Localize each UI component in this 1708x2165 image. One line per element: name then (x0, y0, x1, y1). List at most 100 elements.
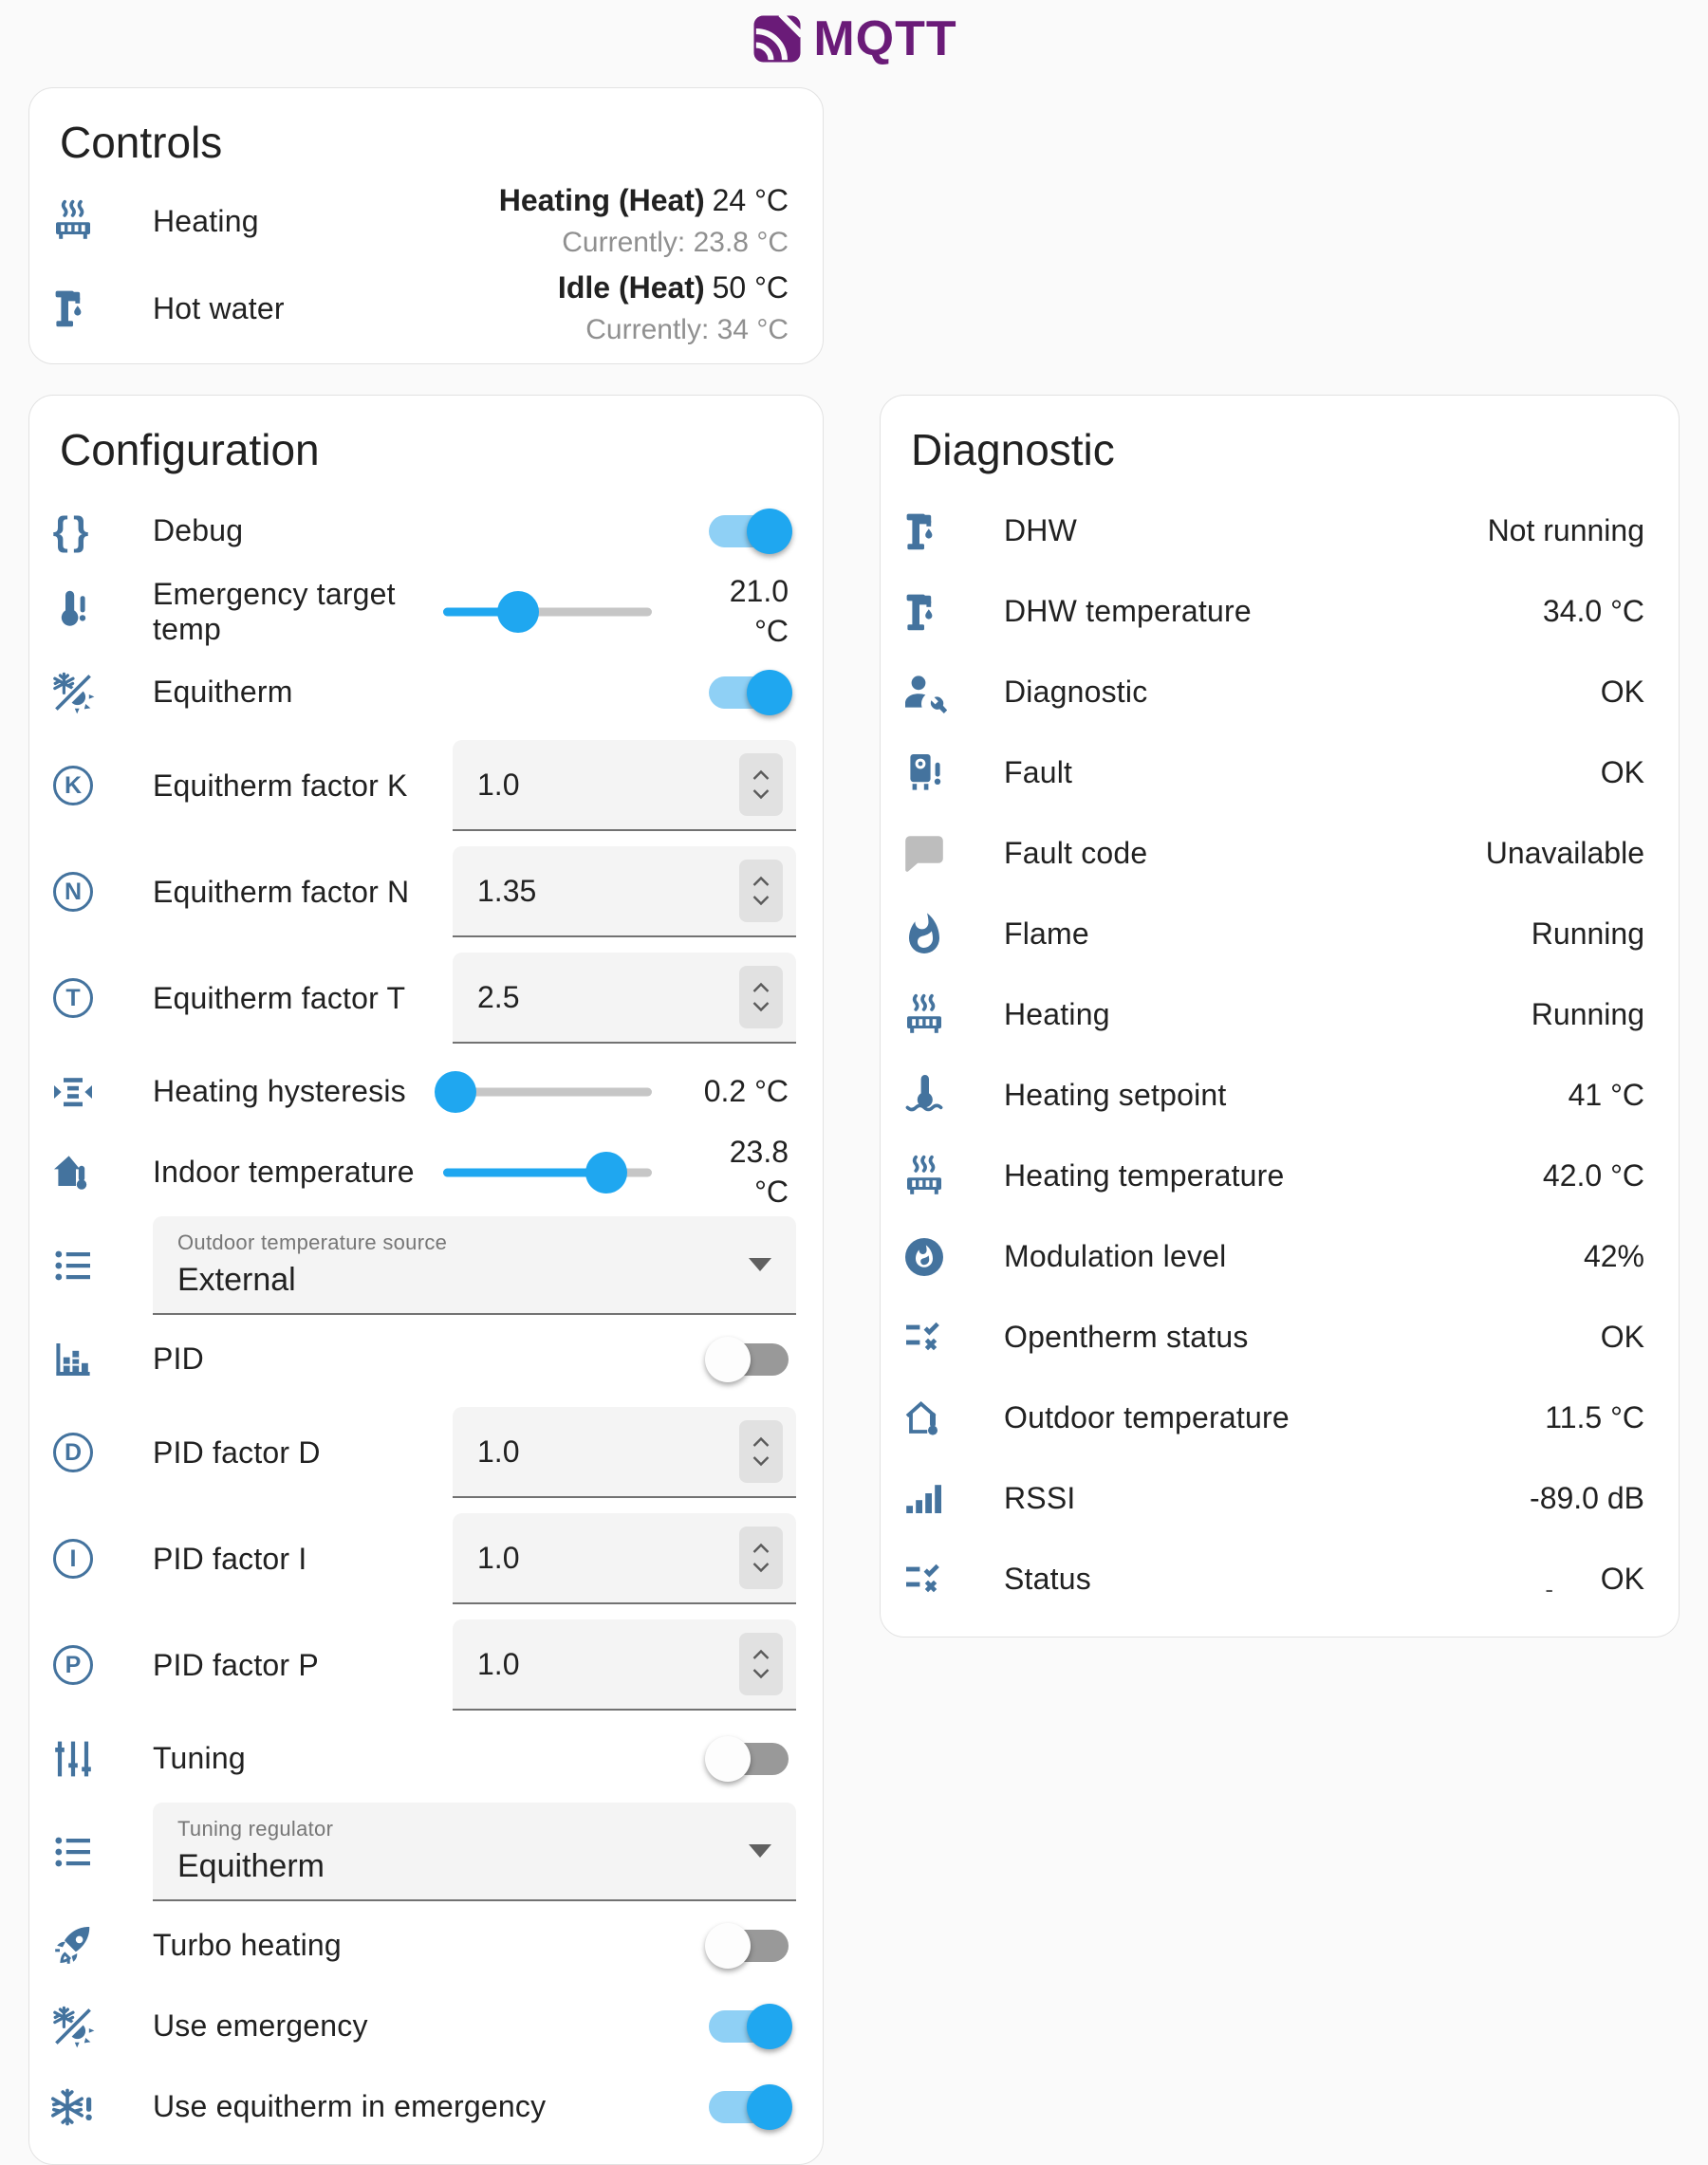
diag-row-outdoor-temperature[interactable]: Outdoor temperature 11.5 °C (881, 1378, 1679, 1458)
setting-label: Debug (153, 513, 694, 548)
diag-row-heating[interactable]: Heating Running (881, 974, 1679, 1055)
config-row-pid-factor-i: I PID factor I (29, 1506, 823, 1612)
sensor-label: RSSI (1004, 1481, 1530, 1516)
stepper-buttons[interactable] (739, 1633, 783, 1695)
diag-row-heating-setpoint[interactable]: Heating setpoint 41 °C (881, 1055, 1679, 1136)
diag-row-diagnostic[interactable]: Diagnostic OK (881, 652, 1679, 732)
diag-row-fault[interactable]: Fault OK (881, 732, 1679, 813)
config-row-tuning-regulator: Tuning regulator Equitherm (29, 1799, 823, 1905)
control-label: Hot water (153, 291, 558, 326)
setting-label: PID (153, 1342, 694, 1377)
sensor-value: OK (1601, 755, 1644, 790)
alpha-p-circle-icon: P (48, 1640, 98, 1690)
config-row-use-emergency: Use emergency (29, 1986, 823, 2066)
diag-row-modulation-level[interactable]: Modulation level 42% (881, 1216, 1679, 1297)
sensor-label: DHW (1004, 513, 1488, 548)
setting-label: Use emergency (153, 2008, 694, 2044)
sun-snowflake-icon (48, 668, 98, 717)
diag-row-heating-temperature[interactable]: Heating temperature 42.0 °C (881, 1136, 1679, 1216)
config-row-equitherm-factor-n: N Equitherm factor N (29, 839, 823, 945)
sensor-label: Opentherm status (1004, 1320, 1601, 1355)
fire-circle-icon (900, 1232, 949, 1282)
pid-factor-d-field[interactable] (453, 1407, 796, 1498)
pid-factor-d-input[interactable] (477, 1434, 739, 1470)
diag-row-rssi[interactable]: RSSI -89.0 dB (881, 1458, 1679, 1539)
pid-factor-i-field[interactable] (453, 1513, 796, 1604)
indoor-temperature-slider[interactable] (443, 1150, 652, 1195)
configuration-card: Configuration {} Debug Emergency target … (28, 395, 824, 2165)
setting-label: Equitherm factor T (153, 981, 453, 1016)
config-row-heating-hysteresis: Heating hysteresis 0.2 °C (29, 1051, 823, 1132)
emergency-target-temp-slider[interactable] (443, 589, 652, 635)
water-pump-icon (900, 507, 949, 556)
control-row-heating[interactable]: Heating Heating (Heat)24 °C Currently: 2… (29, 177, 823, 265)
pid-toggle[interactable] (709, 1343, 789, 1376)
equitherm-factor-n-input[interactable] (477, 874, 739, 909)
thermometer-water-icon (900, 1071, 949, 1120)
debug-toggle[interactable] (709, 515, 789, 547)
config-row-indoor-temperature: Indoor temperature 23.8 °C (29, 1132, 823, 1212)
control-row-hot-water[interactable]: Hot water Idle (Heat)50 °C Currently: 34… (29, 265, 823, 352)
stepper-buttons[interactable] (739, 1527, 783, 1589)
equitherm-factor-t-field[interactable] (453, 953, 796, 1044)
sensor-label: Outdoor temperature (1004, 1400, 1545, 1435)
code-braces-icon: {} (48, 507, 98, 556)
alpha-n-circle-icon: N (48, 867, 98, 916)
pid-factor-p-input[interactable] (477, 1647, 739, 1682)
setting-label: Equitherm (153, 675, 694, 710)
snowflake-alert-icon (48, 2082, 98, 2132)
tuning-regulator-select[interactable]: Tuning regulator Equitherm (153, 1803, 796, 1901)
turbo-heating-toggle[interactable] (709, 1930, 789, 1962)
stepper-buttons[interactable] (739, 753, 783, 816)
hysteresis-icon (48, 1067, 98, 1117)
use-equitherm-in-emergency-toggle[interactable] (709, 2091, 789, 2123)
pid-factor-p-field[interactable] (453, 1619, 796, 1711)
stepper-buttons[interactable] (739, 966, 783, 1028)
climate-state[interactable]: Idle (Heat)50 °C Currently: 34 °C (558, 266, 789, 351)
controls-card: Controls Heating Heating (Heat)24 °C Cur… (28, 87, 824, 364)
equitherm-factor-n-field[interactable] (453, 846, 796, 937)
sensor-value: Unavailable (1486, 836, 1644, 871)
water-pump-icon (900, 587, 949, 637)
sensor-label: Modulation level (1004, 1239, 1584, 1274)
setting-label: Tuning (153, 1741, 694, 1776)
use-emergency-toggle[interactable] (709, 2010, 789, 2043)
sensor-value: OK (1601, 675, 1644, 710)
diag-row-dhw-temperature[interactable]: DHW temperature 34.0 °C (881, 571, 1679, 652)
config-row-pid: PID (29, 1319, 823, 1399)
diag-row-fault-code[interactable]: Fault code Unavailable (881, 813, 1679, 894)
diag-row-dhw[interactable]: DHW Not running (881, 490, 1679, 571)
tuning-toggle[interactable] (709, 1743, 789, 1775)
page-header: MQTT (0, 0, 1708, 74)
diag-row-opentherm-status[interactable]: Opentherm status OK (881, 1297, 1679, 1378)
dropdown-arrow-icon (749, 1258, 771, 1271)
config-row-pid-factor-p: P PID factor P (29, 1612, 823, 1718)
select-value: Equitherm (177, 1848, 739, 1885)
setting-label: Use equitherm in emergency (153, 2089, 694, 2124)
home-thermometer-outline-icon (900, 1394, 949, 1443)
sensor-label: Diagnostic (1004, 675, 1601, 710)
equitherm-factor-t-input[interactable] (477, 980, 739, 1015)
outdoor-temperature-source-select[interactable]: Outdoor temperature source External (153, 1216, 796, 1315)
stepper-buttons[interactable] (739, 860, 783, 922)
sensor-value: 42% (1584, 1239, 1644, 1274)
diag-row-flame[interactable]: Flame Running (881, 894, 1679, 974)
stepper-buttons[interactable] (739, 1420, 783, 1483)
sensor-label: Heating setpoint (1004, 1078, 1569, 1113)
heating-hysteresis-slider[interactable] (443, 1069, 652, 1115)
sun-snowflake-icon (48, 2002, 98, 2051)
radiator-icon (48, 196, 98, 246)
sensor-value: OK (1601, 1320, 1644, 1355)
sensor-value: Not running (1488, 513, 1644, 548)
equitherm-factor-k-field[interactable] (453, 740, 796, 831)
state-target-temp: 24 °C (713, 183, 789, 217)
config-row-pid-factor-d: D PID factor D (29, 1399, 823, 1506)
setting-label: Indoor temperature (153, 1155, 436, 1190)
climate-state[interactable]: Heating (Heat)24 °C Currently: 23.8 °C (499, 178, 789, 264)
equitherm-factor-k-input[interactable] (477, 768, 739, 803)
diag-row-status[interactable]: Status OK (881, 1539, 1679, 1619)
diagnostic-title: Diagnostic (881, 396, 1679, 490)
pid-factor-i-input[interactable] (477, 1541, 739, 1576)
equitherm-toggle[interactable] (709, 676, 789, 709)
home-thermometer-icon (48, 1148, 98, 1197)
